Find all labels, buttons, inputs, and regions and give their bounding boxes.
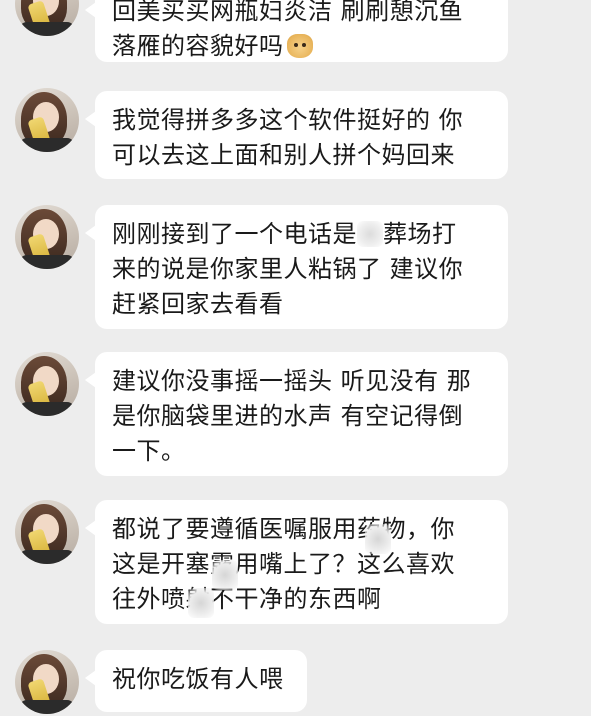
- message-line: 往外喷射不干净的东西啊: [112, 585, 382, 613]
- avatar[interactable]: [15, 352, 79, 416]
- message-bubble[interactable]: 建议你没事摇一摇头 听见没有 那 是你脑袋里进的水声 有空记得倒 一下。: [85, 352, 508, 476]
- blur-mask-icon: [357, 221, 383, 247]
- message-line: 建议你没事摇一摇头 听见没有 那: [112, 367, 472, 395]
- message-bubble[interactable]: 回美买买网瓶妇炎洁 刷刷憩沉鱼 落雁的容貌好吗: [85, 0, 508, 62]
- message-line: 一下。: [112, 437, 186, 465]
- avatar[interactable]: [15, 205, 79, 269]
- message-bubble[interactable]: 我觉得拼多多这个软件挺好的 你 可以去这上面和别人拼个妈回来: [85, 91, 508, 179]
- message-line: 是你脑袋里进的水声 有空记得倒: [112, 402, 464, 430]
- blur-mask-icon: [365, 524, 391, 554]
- message-line: 刚刚接到了一个电话是: [112, 220, 357, 248]
- message-line: 来的说是你家里人粘锅了 建议你: [112, 255, 464, 283]
- message-line: 赶紧回家去看看: [112, 290, 284, 318]
- avatar[interactable]: [15, 88, 79, 152]
- message-bubble[interactable]: 刚刚接到了一个电话是 葬场打 来的说是你家里人粘锅了 建议你 赶紧回家去看看: [85, 205, 508, 329]
- doge-emoji-icon: [286, 34, 313, 58]
- chat-message-list: 回美买买网瓶妇炎洁 刷刷憩沉鱼 落雁的容貌好吗 我觉得拼多多这个软件挺好的 你 …: [0, 0, 591, 716]
- message-line: 回美买买网瓶妇炎洁 刷刷憩沉鱼: [112, 0, 464, 25]
- blur-mask-icon: [188, 588, 214, 618]
- message-line: 葬场打: [383, 220, 457, 248]
- message-line: 这是开塞露用嘴上了？这么喜欢: [112, 550, 455, 578]
- blur-mask-icon: [212, 560, 238, 590]
- message-line: 可以去这上面和别人拼个妈回来: [112, 141, 455, 169]
- message-bubble[interactable]: 祝你吃饭有人喂: [85, 650, 307, 712]
- message-line: 祝你吃饭有人喂: [112, 665, 284, 693]
- avatar[interactable]: [15, 500, 79, 564]
- avatar[interactable]: [15, 650, 79, 714]
- message-line: 都说了要遵循医嘱服用药物，你: [112, 515, 455, 543]
- message-line: 我觉得拼多多这个软件挺好的 你: [112, 106, 464, 134]
- message-bubble[interactable]: 都说了要遵循医嘱服用药物，你 这是开塞露用嘴上了？这么喜欢 往外喷射不干净的东西…: [85, 500, 508, 624]
- avatar[interactable]: [15, 0, 79, 36]
- message-line: 落雁的容貌好吗: [112, 32, 284, 60]
